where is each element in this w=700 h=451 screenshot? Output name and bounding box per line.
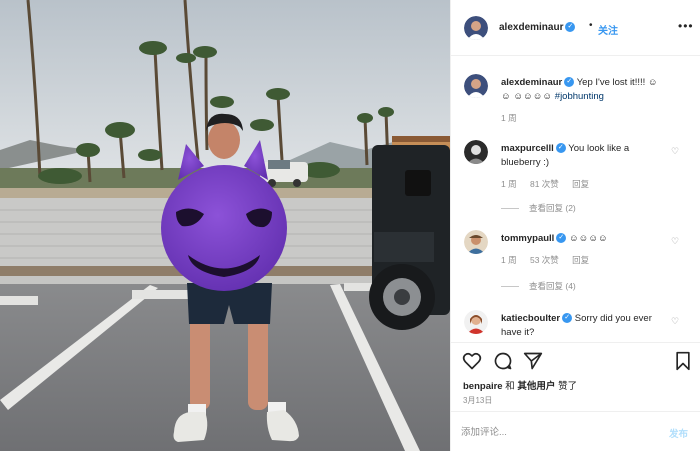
liked-by-joiner: 和 xyxy=(505,381,515,392)
liked-suffix: 赞了 xyxy=(558,381,578,392)
caption-hashtag[interactable]: #jobhunting xyxy=(555,91,604,102)
comment-likes[interactable]: 81 次赞 xyxy=(530,179,559,189)
view-replies-button[interactable]: 查看回复 (2) xyxy=(501,202,576,214)
author-username-text[interactable]: alexdeminaur xyxy=(499,22,563,33)
comment-username[interactable]: tommypaull xyxy=(501,233,554,244)
comment-avatar-image xyxy=(464,310,488,334)
share-icon[interactable] xyxy=(523,351,543,371)
liked-by-others[interactable]: 其他用户 xyxy=(517,381,555,392)
comment-input[interactable] xyxy=(461,423,651,441)
view-replies-label[interactable]: 查看回复 (4) xyxy=(529,281,576,291)
author-username[interactable]: alexdeminaur ✓ xyxy=(499,22,576,33)
photo-scene xyxy=(0,0,450,451)
comment-avatar[interactable] xyxy=(464,140,488,164)
post-actions: benpaire 和 其他用户 赞了 3月13日 xyxy=(451,342,700,410)
comment-avatar-image xyxy=(464,230,488,254)
post-photo[interactable] xyxy=(0,0,450,451)
verified-badge-icon: ✓ xyxy=(564,77,575,88)
comment-likes[interactable]: 53 次赞 xyxy=(530,255,559,265)
view-replies-label[interactable]: 查看回复 (2) xyxy=(529,203,576,213)
heart-icon-graphic xyxy=(462,352,482,370)
post-date[interactable]: 3月13日 xyxy=(463,395,492,406)
comment-body: ☺☺☺☺ xyxy=(568,233,608,244)
comment-composer: 发布 xyxy=(451,411,700,451)
verified-badge-icon: ✓ xyxy=(562,313,573,324)
comment-text: tommypaull ✓ ☺☺☺☺ xyxy=(501,232,666,246)
comment-icon[interactable] xyxy=(493,351,513,371)
comment-like-icon[interactable]: ♡ xyxy=(671,146,679,157)
verified-badge-icon: ✓ xyxy=(565,22,576,33)
comments-list[interactable]: alexdeminaur ✓ Yep I've lost it!!!! ☺☺ ☺☺… xyxy=(451,56,700,342)
comment-avatar[interactable] xyxy=(464,310,488,334)
post-header: alexdeminaur ✓ • 关注 ••• xyxy=(451,0,700,56)
comment-meta: 1 周 53 次赞 回复 xyxy=(501,254,600,266)
bookmark-icon[interactable] xyxy=(673,351,693,371)
follow-button[interactable]: 关注 xyxy=(598,22,618,37)
replies-divider xyxy=(501,286,519,288)
caption-text: alexdeminaur ✓ Yep I've lost it!!!! ☺☺ ☺☺… xyxy=(501,76,666,104)
heart-icon[interactable] xyxy=(462,351,482,371)
comment-text: maxpurcelll ✓ You look like a blueberry :… xyxy=(501,142,666,170)
author-avatar-image xyxy=(464,16,488,40)
likes-summary: benpaire 和 其他用户 赞了 xyxy=(463,378,577,392)
comment-avatar[interactable] xyxy=(464,230,488,254)
comment-age[interactable]: 1 周 xyxy=(501,255,517,265)
comment-username[interactable]: maxpurcelll xyxy=(501,143,554,154)
bookmark-icon-graphic xyxy=(676,351,690,371)
caption-avatar-image xyxy=(464,74,488,98)
verified-badge-icon: ✓ xyxy=(556,233,567,244)
post-sidebar: alexdeminaur ✓ • 关注 ••• alexdeminaur ✓ Yep… xyxy=(450,0,700,451)
comment-avatar-image xyxy=(464,140,488,164)
comment-icon-graphic xyxy=(494,352,512,370)
view-replies-button[interactable]: 查看回复 (4) xyxy=(501,280,576,292)
author-avatar[interactable] xyxy=(464,16,488,40)
caption-meta: 1 周 xyxy=(501,112,528,124)
comment-username[interactable]: katiecboulter xyxy=(501,313,560,324)
caption-username[interactable]: alexdeminaur xyxy=(501,77,562,88)
liked-by-username[interactable]: benpaire xyxy=(463,381,503,392)
post-comment-button[interactable]: 发布 xyxy=(669,426,688,440)
share-icon-graphic xyxy=(523,352,543,370)
comment-reply-button[interactable]: 回复 xyxy=(572,255,589,265)
follow-separator: • xyxy=(589,20,593,31)
verified-badge-icon: ✓ xyxy=(555,143,566,154)
more-options-icon[interactable]: ••• xyxy=(678,19,694,33)
caption-avatar[interactable] xyxy=(464,74,488,98)
caption-age[interactable]: 1 周 xyxy=(501,113,517,123)
comment-like-icon[interactable]: ♡ xyxy=(671,316,679,327)
comment-like-icon[interactable]: ♡ xyxy=(671,236,679,247)
comment-meta: 1 周 81 次赞 回复 xyxy=(501,178,600,190)
comment-reply-button[interactable]: 回复 xyxy=(572,179,589,189)
replies-divider xyxy=(501,208,519,210)
comment-text: katiecboulter ✓ Sorry did you ever have i… xyxy=(501,312,666,340)
comment-age[interactable]: 1 周 xyxy=(501,179,517,189)
